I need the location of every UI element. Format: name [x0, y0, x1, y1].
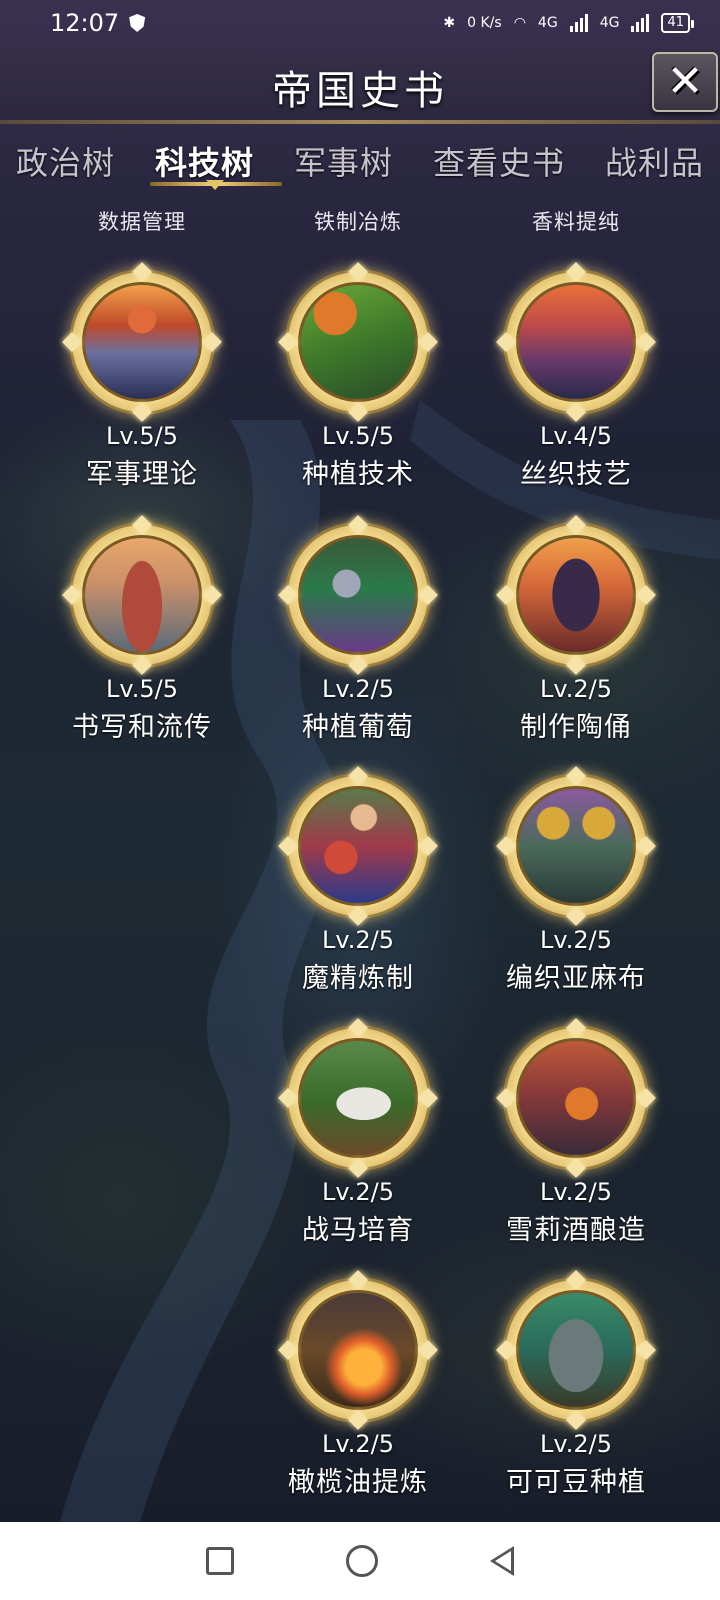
- signal-label-2: 4G: [599, 15, 620, 31]
- tab-military[interactable]: 军事树: [294, 132, 393, 192]
- back-button[interactable]: [490, 1546, 514, 1576]
- tech-node-cocoa-planting[interactable]: Lv.2/5 可可豆种植: [476, 1280, 676, 1510]
- node-name: 种植葡萄: [302, 712, 414, 743]
- node-level: Lv.2/5: [540, 675, 612, 703]
- wine-brewing-icon: [516, 1038, 636, 1158]
- node-name: 书写和流传: [72, 712, 212, 743]
- node-level: Lv.4/5: [540, 422, 612, 450]
- node-level: Lv.2/5: [322, 926, 394, 954]
- node-frame: [288, 272, 428, 412]
- node-name: 魔精炼制: [302, 963, 414, 994]
- farm-field-icon: [298, 282, 418, 402]
- node-frame: [288, 525, 428, 665]
- signal-label-1: 4G: [537, 15, 558, 31]
- alchemist-icon: [298, 786, 418, 906]
- node-level: Lv.2/5: [540, 1178, 612, 1206]
- column-header-data-management: 数据管理: [98, 210, 186, 234]
- node-level: Lv.5/5: [106, 675, 178, 703]
- tab-spoils[interactable]: 战利品: [605, 132, 704, 192]
- node-frame: [288, 776, 428, 916]
- status-bar: 12:07 ✱ 0 K/s ◠ 4G 4G 41: [0, 0, 720, 46]
- tech-node-olive-oil-refining[interactable]: Lv.2/5 橄榄油提炼: [258, 1280, 458, 1510]
- node-frame: [72, 525, 212, 665]
- node-name: 编织亚麻布: [506, 963, 646, 994]
- warhorse-icon: [298, 1038, 418, 1158]
- knight-banner-icon: [82, 282, 202, 402]
- node-name: 军事理论: [86, 459, 198, 490]
- tech-node-grape-planting[interactable]: Lv.2/5 种植葡萄: [258, 525, 458, 755]
- node-name: 雪莉酒酿造: [506, 1215, 646, 1246]
- signal-icon: [569, 14, 588, 32]
- recent-apps-button[interactable]: [206, 1547, 234, 1575]
- node-frame: [506, 525, 646, 665]
- tech-node-writing[interactable]: Lv.5/5 书写和流传: [42, 525, 242, 755]
- column-header-iron-smelting: 铁制冶炼: [314, 210, 402, 234]
- tech-node-silk-weaving[interactable]: Lv.4/5 丝织技艺: [476, 272, 676, 502]
- terracotta-warrior-icon: [82, 535, 202, 655]
- node-level: Lv.5/5: [106, 422, 178, 450]
- node-level: Lv.2/5: [540, 926, 612, 954]
- node-frame: [288, 1280, 428, 1420]
- olive-oil-forge-icon: [298, 1290, 418, 1410]
- battery-icon: 41: [661, 13, 694, 33]
- silk-workshop-icon: [516, 282, 636, 402]
- tech-node-linen-weaving[interactable]: Lv.2/5 编织亚麻布: [476, 776, 676, 1006]
- node-frame: [288, 1028, 428, 1168]
- column-header-spice-refining: 香料提纯: [532, 210, 620, 234]
- node-frame: [506, 776, 646, 916]
- node-name: 种植技术: [302, 459, 414, 490]
- tab-politics[interactable]: 政治树: [16, 132, 115, 192]
- signal-icon: [631, 14, 650, 32]
- wifi-icon: ◠: [513, 15, 526, 31]
- tech-node-elixir-refining[interactable]: Lv.2/5 魔精炼制: [258, 776, 458, 1006]
- node-name: 制作陶俑: [520, 712, 632, 743]
- clock: 12:07: [50, 9, 120, 37]
- tech-node-warhorse-breeding[interactable]: Lv.2/5 战马培育: [258, 1028, 458, 1258]
- tech-node-pottery-figures[interactable]: Lv.2/5 制作陶俑: [476, 525, 676, 755]
- tech-node-planting[interactable]: Lv.5/5 种植技术: [258, 272, 458, 502]
- shield-icon: [129, 14, 146, 32]
- node-name: 战马培育: [302, 1215, 414, 1246]
- system-nav-bar: [0, 1522, 720, 1600]
- node-frame: [506, 1280, 646, 1420]
- linen-village-icon: [516, 786, 636, 906]
- node-level: Lv.2/5: [322, 1178, 394, 1206]
- node-level: Lv.2/5: [322, 675, 394, 703]
- active-tab-notch: [206, 180, 224, 192]
- node-name: 可可豆种植: [506, 1467, 646, 1498]
- pottery-figure-icon: [516, 535, 636, 655]
- page-title: 帝国史书: [272, 68, 448, 114]
- bluetooth-icon: ✱: [443, 15, 456, 31]
- node-frame: [506, 272, 646, 412]
- node-level: Lv.5/5: [322, 422, 394, 450]
- vineyard-icon: [298, 535, 418, 655]
- tab-history-book[interactable]: 查看史书: [433, 132, 565, 192]
- tab-bar: 政治树 科技树 军事树 查看史书 战利品: [0, 132, 720, 192]
- tech-node-military-theory[interactable]: Lv.5/5 军事理论: [42, 272, 242, 502]
- net-speed: 0 K/s: [467, 15, 502, 31]
- close-button[interactable]: ✕: [652, 52, 718, 112]
- close-icon: ✕: [666, 56, 704, 107]
- tech-node-sherry-brewing[interactable]: Lv.2/5 雪莉酒酿造: [476, 1028, 676, 1258]
- node-name: 橄榄油提炼: [288, 1467, 428, 1498]
- home-button[interactable]: [346, 1545, 378, 1577]
- cocoa-totem-icon: [516, 1290, 636, 1410]
- node-frame: [72, 272, 212, 412]
- node-level: Lv.2/5: [322, 1430, 394, 1458]
- header-divider: [0, 120, 720, 124]
- node-level: Lv.2/5: [540, 1430, 612, 1458]
- node-name: 丝织技艺: [520, 459, 632, 490]
- node-frame: [506, 1028, 646, 1168]
